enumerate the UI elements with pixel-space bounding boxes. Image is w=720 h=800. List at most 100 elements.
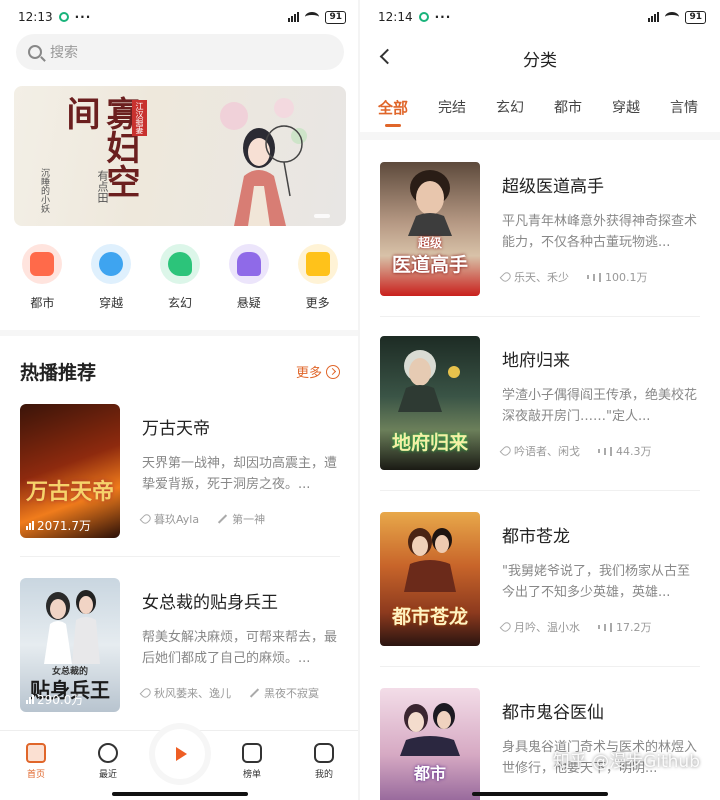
book-title: 超级医道高手 [502,177,604,197]
section-divider [0,330,360,336]
author-name: 第一神 [232,513,266,526]
tab-all[interactable]: 全部 [378,97,408,127]
tab-timetravel[interactable]: 穿越 [612,97,640,117]
banner-title: 寡妇空间 [60,96,140,198]
cover-illustration [400,703,460,756]
play-count-value: 290.0万 [37,693,84,707]
back-arrow-icon[interactable] [379,48,396,65]
list-item[interactable]: 都市苍龙 都市苍龙 "我舅姥爷说了，我们杨家从古至今出了不知多少英雄，英雄...… [380,512,700,646]
play-count-value: 44.3万 [616,445,652,458]
narrator: 吟语者、闲戈 [499,443,580,459]
home-icon [26,743,46,763]
hot-section-header: 热播推荐 更多 [20,358,340,385]
book-title: 都市苍龙 [502,527,570,547]
book-description: 平凡青年林峰意外获得神奇探查术能力，不仅各种古董玩物逃... [502,214,698,250]
tab-label: 最近 [98,770,117,780]
tab-player[interactable] [155,729,205,779]
play-count-value: 2071.7万 [37,519,91,533]
microphone-icon [139,686,153,700]
status-time: 12:13 [18,10,53,24]
pen-icon [217,514,228,524]
list-item[interactable]: 地府归来 地府归来 学渣小子偶得阎王传承，绝美校花深夜敲开房门……"定人... … [380,336,700,470]
list-divider [380,490,700,491]
cover-title: 都市 [413,764,446,783]
microphone-icon [499,444,513,458]
book-title: 女总裁的贴身兵王 [142,593,278,613]
battery-icon: 91 [325,10,346,24]
tab-fantasy[interactable]: 玄幻 [496,97,524,117]
pen-icon [249,688,260,698]
cover-illustration [404,528,456,592]
play-count: 290.0万 [26,691,83,708]
tab-recent[interactable]: 最近 [83,743,133,780]
microphone-icon [499,270,513,284]
list-item[interactable]: 女总裁的 贴身兵王 290.0万 女总裁的贴身兵王 帮美女解决麻烦，可帮来帮去，… [20,578,340,712]
book-cover: 都市苍龙 [380,512,480,646]
category-shortcuts: 都市 穿越 玄幻 悬疑 更多 [0,244,360,311]
more-label: 更多 [295,366,322,381]
more-notifications-icon: ··· [74,10,92,24]
narrator: 暮玖Ayla [139,511,200,527]
author: 第一神 [217,511,265,527]
author-name: 黑夜不寂寞 [264,687,319,700]
play-count-icon [26,521,34,530]
banner-carousel[interactable]: 寡妇空间 江汉掘妻 有点田 沉睡的小妖 [14,86,346,226]
book-description: 帮美女解决麻烦，可帮来帮去，最后她们都成了自己的麻烦。... [142,630,338,666]
category-label: 玄幻 [167,296,192,310]
narrator-name: 乐天、禾少 [514,271,569,284]
play-button[interactable] [155,729,205,779]
book-cover: 地府归来 [380,336,480,470]
smile-icon [314,743,334,763]
tab-label: 榜单 [242,770,261,780]
list-item[interactable]: 都市 都市鬼谷医仙 身具鬼谷道门奇术与医术的林煜入世修行，他要天下，明明... [380,688,700,800]
tab-romance[interactable]: 言情 [670,97,698,117]
category-xuanyi[interactable]: 悬疑 [221,244,277,311]
play-count-icon [598,622,612,632]
banner-subtitle: 有点田 [96,170,109,203]
grid-icon [297,244,338,284]
cover-illustration [408,170,452,236]
category-dushi[interactable]: 都市 [14,244,70,311]
category-chuanyue[interactable]: 穿越 [83,244,139,311]
category-xuanhuan[interactable]: 玄幻 [152,244,208,311]
book-description: 天界第一战神，却因功高震主，遭挚爱背叛，死于洞房之夜。... [142,456,338,492]
search-icon [28,45,42,59]
narrator: 月吟、温小水 [499,619,580,635]
cover-subtitle: 超级 [417,236,442,250]
home-indicator [472,792,608,796]
category-label: 穿越 [99,296,124,310]
list-item[interactable]: 超级 医道高手 超级医道高手 平凡青年林峰意外获得神奇探查术能力，不仅各种古董玩… [380,162,700,296]
banner-illustration [220,98,307,226]
cover-illustration [398,350,460,412]
microphone-icon [139,512,153,526]
play-count-value: 17.2万 [616,621,652,634]
book-title: 都市鬼谷医仙 [502,703,604,723]
list-item[interactable]: 万古天帝 2071.7万 万古天帝 天界第一战神，却因功高震主，遭挚爱背叛，死于… [20,404,340,538]
narrator-name: 秋风萎来、逸儿 [154,687,231,700]
more-link[interactable]: 更多 [296,362,340,381]
tab-profile[interactable]: 我的 [299,743,349,780]
play-count-icon [598,446,612,456]
category-more[interactable]: 更多 [290,244,346,311]
banner-tag: 江汉掘妻 [132,100,147,136]
narrator: 秋风萎来、逸儿 [139,685,231,701]
play-count-icon [26,695,34,704]
category-label: 都市 [30,296,55,310]
play-icon [176,747,187,761]
search-placeholder: 搜索 [50,45,78,61]
home-screen: 12:13 ··· 91 搜索 寡妇空间 江汉掘妻 有点田 沉睡的小妖 都市 穿… [0,0,360,800]
wifi-icon [665,12,680,22]
watermark: 知乎 @漫步Github [552,752,700,772]
play-count: 17.2万 [598,619,652,635]
narrator-name: 暮玖Ayla [154,513,200,526]
tab-ranking[interactable]: 榜单 [227,743,277,780]
clock-icon [98,743,118,763]
cover-title: 地府归来 [391,432,468,454]
search-input[interactable]: 搜索 [16,34,344,70]
cover-title: 医道高手 [391,254,468,276]
tab-home[interactable]: 首页 [11,743,61,780]
city-icon [22,244,63,284]
tab-finished[interactable]: 完结 [438,97,466,117]
tab-urban[interactable]: 都市 [554,97,582,117]
cover-illustration [44,590,100,664]
